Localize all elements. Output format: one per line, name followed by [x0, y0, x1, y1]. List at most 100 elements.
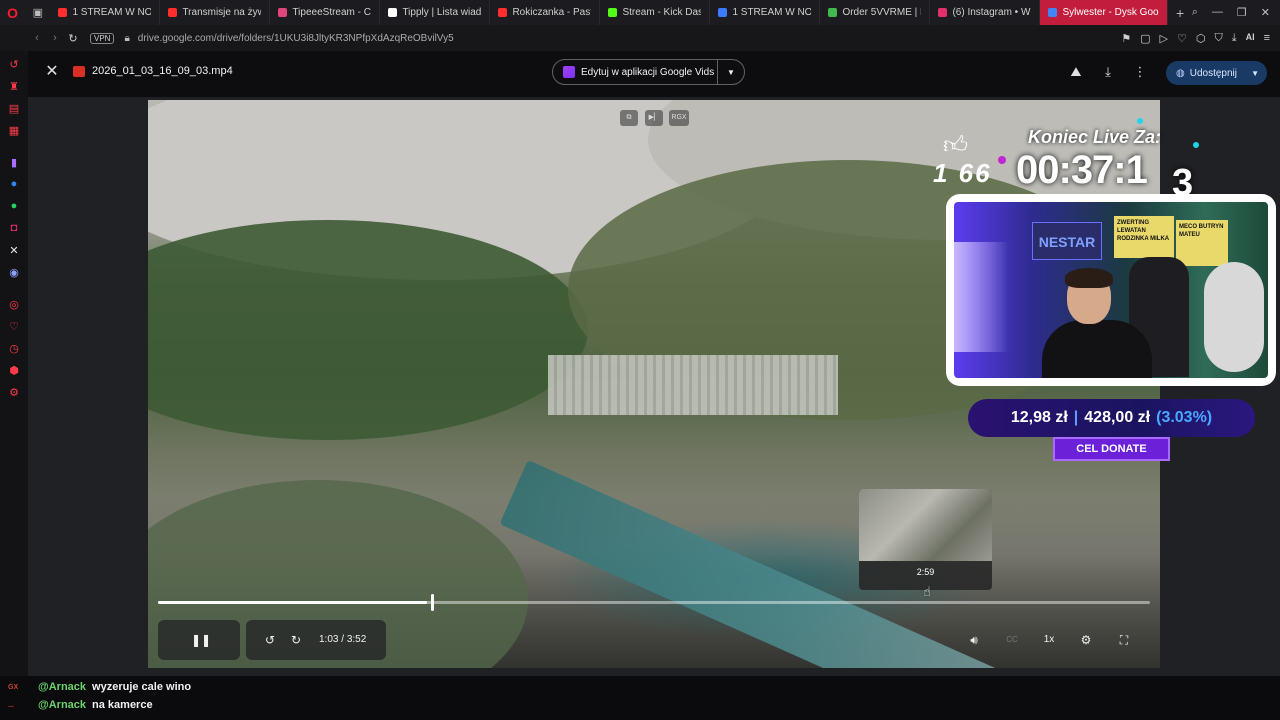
- player-icon[interactable]: ▷: [1160, 32, 1168, 45]
- tab-favicon-icon: [58, 8, 68, 17]
- discord-icon[interactable]: ◉: [0, 261, 28, 283]
- screen: O ▣ 1 STREAM W NOWYM Transmisje na żywo Ti…: [0, 0, 1280, 720]
- mini-badge[interactable]: RGX: [669, 110, 689, 126]
- messenger-icon[interactable]: ●: [0, 173, 28, 195]
- bookmark-icon[interactable]: ⚑: [1121, 32, 1131, 45]
- open-with-dropdown-icon[interactable]: ▼: [718, 68, 744, 77]
- x-icon[interactable]: ✕: [0, 239, 28, 261]
- captions-icon[interactable]: CC: [1004, 632, 1020, 648]
- chat-text: na kamerce: [92, 699, 153, 711]
- forward-10-icon[interactable]: ↻: [288, 632, 304, 648]
- tab-label: Sylwester - Dysk Google: [1062, 7, 1159, 18]
- open-with-vids-button[interactable]: Edytuj w aplikacji Google Vids ▼: [552, 59, 745, 85]
- poster-right: MECO BUTRYN MATEU: [1176, 220, 1228, 266]
- fullscreen-icon[interactable]: ⛶: [1116, 632, 1132, 648]
- twitch-icon[interactable]: ▮: [0, 151, 28, 173]
- vpn-badge[interactable]: VPN: [90, 32, 115, 44]
- reload-icon[interactable]: ↻: [64, 32, 82, 45]
- search-tabs-icon[interactable]: ⌕: [1192, 6, 1198, 19]
- menu-icon[interactable]: ≡: [1264, 32, 1270, 45]
- close-viewer-icon[interactable]: ✕: [44, 64, 60, 80]
- browser-tab[interactable]: Transmisje na żywo: [160, 0, 271, 25]
- restore-icon[interactable]: ❐: [1237, 6, 1247, 19]
- browser-tab[interactable]: (6) Instagram • Wiad: [930, 0, 1041, 25]
- browser-tab[interactable]: 1 STREAM W NOWYM: [710, 0, 821, 25]
- tab-label: Stream - Kick Dashb: [622, 7, 701, 18]
- share-label: Udostępnij: [1189, 67, 1237, 79]
- notes-icon[interactable]: ▦: [0, 119, 28, 141]
- pinboard-icon[interactable]: ▤: [0, 97, 28, 119]
- poster-left: ZWERTING LEWATAN RODZINKA MILKA: [1114, 216, 1174, 258]
- speed-button[interactable]: 1x: [1041, 632, 1057, 648]
- rewind-10-icon[interactable]: ↺: [262, 632, 278, 648]
- tab-favicon-icon: [388, 8, 398, 17]
- pip-icon[interactable]: ⧉: [620, 110, 638, 126]
- browser-tab[interactable]: Order 5VVRME | Eco: [820, 0, 931, 25]
- minimize-icon[interactable]: —: [1212, 6, 1223, 19]
- chat-badge: ...: [8, 701, 14, 709]
- browser-tab[interactable]: Sylwester - Dysk Google: [1040, 0, 1169, 25]
- browser-tab[interactable]: Tipply | Lista wiadom: [380, 0, 491, 25]
- opera-sidebar: ↺ ♜ ▤ ▦ ▮ ● ● ◘ ✕ ◉ ◎ ♡ ◷ ⬢ ⚙: [0, 51, 28, 676]
- seek-preview: 2:59: [859, 489, 992, 590]
- globe-icon: ◍: [1176, 67, 1185, 79]
- wallet-icon[interactable]: ⛉: [1214, 32, 1222, 45]
- download-icon[interactable]: ⤓: [1100, 64, 1116, 80]
- aria-ai-button[interactable]: AI: [1246, 32, 1255, 45]
- add-to-drive-icon[interactable]: ⛰: [1068, 64, 1084, 80]
- history-icon[interactable]: ↺: [0, 53, 28, 75]
- snapshot-icon[interactable]: ▢: [1140, 32, 1150, 45]
- tab-manager-icon[interactable]: ▣: [25, 6, 50, 19]
- forward-icon[interactable]: ›: [46, 32, 64, 44]
- browser-tab-strip: O ▣ 1 STREAM W NOWYM Transmisje na żywo Ti…: [0, 0, 1280, 25]
- tab-favicon-icon: [278, 8, 288, 17]
- seek-preview-time: 2:59: [916, 567, 935, 577]
- new-tab-button[interactable]: +: [1168, 5, 1191, 21]
- opera-logo-icon[interactable]: O: [0, 0, 25, 25]
- pause-icon[interactable]: ❚❚: [191, 632, 211, 648]
- settings-gear-icon[interactable]: ⚙: [1078, 632, 1094, 648]
- whatsapp-icon[interactable]: ●: [0, 195, 28, 217]
- tab-label: Transmisje na żywo: [182, 7, 261, 18]
- tab-islands-icon[interactable]: ♜: [0, 75, 28, 97]
- url-field[interactable]: drive.google.com/drive/folders/1UKU3i8Jl…: [138, 33, 454, 44]
- heart-icon[interactable]: ♡: [1177, 32, 1187, 45]
- chat-badge: GX: [8, 683, 19, 691]
- seek-bar[interactable]: [158, 601, 1150, 604]
- share-dropdown-icon[interactable]: ▼: [1251, 69, 1259, 78]
- chat-username: @Arnack: [38, 699, 87, 711]
- chat-text: wyzeruje cale wino: [92, 681, 192, 693]
- extensions-icon[interactable]: ⬡: [1196, 32, 1206, 45]
- donate-goal-label: CEL DONATE: [1053, 437, 1170, 461]
- tab-favicon-icon: [828, 8, 838, 17]
- volume-icon[interactable]: 🔊︎: [966, 632, 982, 648]
- downloads-icon[interactable]: ⤓: [1232, 32, 1237, 45]
- tab-label: (6) Instagram • Wiad: [952, 7, 1031, 18]
- browser-tab[interactable]: 1 STREAM W NOWYM: [50, 0, 161, 25]
- settings-icon[interactable]: ⚙: [0, 381, 28, 403]
- browser-tab[interactable]: Stream - Kick Dashb: [600, 0, 711, 25]
- countdown-title: Koniec Live Za:: [1028, 127, 1162, 147]
- browser-tab[interactable]: TipeeeStream - Colle: [270, 0, 381, 25]
- tab-favicon-icon: [1048, 8, 1058, 17]
- lock-icon[interactable]: 🔒︎: [124, 33, 129, 44]
- tab-favicon-icon: [498, 8, 508, 17]
- close-window-icon[interactable]: ✕: [1261, 6, 1270, 19]
- power-plant: [548, 355, 838, 415]
- likes-count: 1 66: [933, 158, 992, 188]
- music-player-icon[interactable]: ◎: [0, 293, 28, 315]
- favorites-icon[interactable]: ♡: [0, 315, 28, 337]
- back-icon[interactable]: ‹: [28, 32, 46, 44]
- more-options-icon[interactable]: ⋮: [1132, 64, 1148, 80]
- mouse-cursor-icon: ☝︎: [923, 584, 931, 599]
- open-with-label: Edytuj w aplikacji Google Vids: [581, 66, 715, 78]
- browser-tab[interactable]: Rokiczanka - Pastora: [490, 0, 601, 25]
- clock-icon[interactable]: ◷: [0, 337, 28, 359]
- share-button[interactable]: ◍ Udostępnij ▼: [1166, 61, 1267, 85]
- skip-icon[interactable]: ▶▏: [645, 110, 663, 126]
- ghost-new-button: [54, 111, 114, 125]
- tab-label: Tipply | Lista wiadom: [402, 7, 482, 18]
- cube-icon[interactable]: ⬢: [0, 359, 28, 381]
- instagram-icon[interactable]: ◘: [0, 217, 28, 239]
- seek-handle[interactable]: [431, 594, 434, 611]
